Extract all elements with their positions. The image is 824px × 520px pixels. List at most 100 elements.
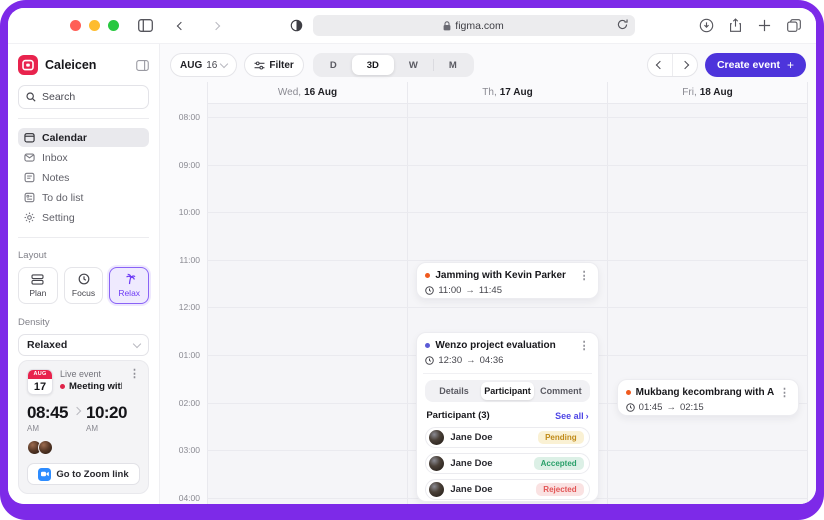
sidebar-item-label: To do list (42, 192, 83, 204)
collapse-sidebar-icon[interactable] (136, 60, 149, 71)
layout-option-relax[interactable]: Relax (109, 267, 149, 304)
sidebar-item-inbox[interactable]: Inbox (18, 148, 149, 167)
live-event-kicker: Live event (60, 369, 122, 379)
date-badge-month: AUG (28, 370, 52, 379)
video-camera-icon (38, 468, 51, 481)
event-jamming[interactable]: Jamming with Kevin Parker ⋮ 11:00 → 11:4… (416, 262, 598, 299)
app-logo (18, 55, 38, 75)
see-all-link[interactable]: See all › (555, 411, 589, 421)
calendar-grid: Wed, 16 Aug Th, 17 Aug (160, 82, 816, 504)
layout-option-label: Focus (72, 288, 95, 298)
density-select[interactable]: Relaxed (18, 334, 149, 356)
browser-sidebar-icon[interactable] (137, 17, 154, 34)
palm-tree-icon (123, 273, 136, 285)
plus-icon: + (787, 58, 794, 72)
view-3day[interactable]: 3D (352, 55, 394, 75)
divider (423, 373, 591, 374)
previous-icon[interactable] (648, 54, 672, 76)
app-sidebar: Caleicen Search Calendar (8, 44, 160, 504)
url-bar[interactable]: figma.com (313, 15, 635, 36)
clock-icon (626, 403, 635, 412)
layout-options: Plan Focus Relax (18, 267, 149, 304)
reload-icon[interactable] (616, 18, 629, 31)
address-area: figma.com (224, 15, 698, 36)
browser-window: figma.com (8, 8, 816, 504)
event-dot (425, 343, 430, 348)
date-picker-button[interactable]: AUG 16 (170, 53, 237, 77)
sidebar-item-notes[interactable]: Notes (18, 168, 149, 187)
sidebar-item-setting[interactable]: Setting (18, 208, 149, 227)
forward-icon[interactable] (207, 17, 224, 34)
time-label: 03:00 (160, 445, 200, 455)
participant-row[interactable]: Jane Doe Pending (425, 427, 589, 448)
event-mukbang[interactable]: Mukbang kecombrang with Ashar ⋮ 01:45 → … (617, 379, 799, 416)
view-day[interactable]: D (315, 55, 352, 75)
tab-comment[interactable]: Comment (534, 382, 587, 400)
event-title: Wenzo project evaluation (435, 340, 573, 351)
share-icon[interactable] (727, 17, 744, 34)
time-label: 01:00 (160, 350, 200, 360)
event-time: 01:45 → 02:15 (626, 402, 790, 413)
arrow-right: → (466, 355, 476, 366)
window-frame: figma.com (0, 0, 824, 520)
participant-row[interactable]: Jane Doe Accepted (425, 453, 589, 474)
filter-icon (254, 61, 265, 70)
back-icon[interactable] (172, 17, 189, 34)
traffic-lights (70, 20, 119, 31)
date-nav (647, 53, 698, 77)
gear-icon (24, 212, 35, 223)
close-window-button[interactable] (70, 20, 81, 31)
participant-row[interactable]: Jane Doe Rejected (425, 479, 589, 500)
density-value: Relaxed (27, 339, 67, 351)
avatar (429, 482, 444, 497)
zoom-link-label: Go to Zoom link (56, 469, 128, 480)
filter-button[interactable]: Filter (244, 53, 303, 77)
view-month[interactable]: M (434, 55, 472, 75)
sidebar-item-label: Inbox (42, 152, 68, 164)
layout-option-plan[interactable]: Plan (18, 267, 58, 304)
search-input[interactable]: Search (18, 85, 149, 109)
tab-overview-icon[interactable] (785, 17, 802, 34)
event-wenzo[interactable]: Wenzo project evaluation ⋮ 12:30 → 04:36 (416, 332, 598, 502)
sidebar-item-calendar[interactable]: Calendar (18, 128, 149, 147)
tab-details[interactable]: Details (427, 382, 480, 400)
new-tab-icon[interactable] (756, 17, 773, 34)
layout-option-focus[interactable]: Focus (64, 267, 104, 304)
live-event-card[interactable]: AUG 17 Live event Meeting with As... ⋮ (18, 360, 149, 494)
date-badge-day: 17 (28, 379, 52, 395)
time-label: 10:00 (160, 207, 200, 217)
start-time: 08:45 (27, 404, 68, 422)
create-event-button[interactable]: Create event + (705, 53, 806, 77)
sidebar-item-todo-list[interactable]: To do list (18, 188, 149, 207)
end-time: 10:20 (86, 404, 127, 422)
start-ampm: AM (27, 424, 68, 433)
live-event-title: Meeting with As... (69, 381, 122, 392)
status-badge: Rejected (536, 483, 583, 496)
filter-label: Filter (269, 60, 293, 71)
calendar-main: AUG 16 Filter D 3D W (160, 44, 816, 504)
todo-list-icon (24, 192, 35, 203)
more-options-icon[interactable]: ⋮ (129, 369, 140, 395)
search-icon (26, 92, 36, 102)
minimize-window-button[interactable] (89, 20, 100, 31)
density-section-label: Density (18, 317, 149, 328)
time-label: 09:00 (160, 160, 200, 170)
more-options-icon[interactable]: ⋮ (779, 388, 790, 398)
avatar (429, 456, 444, 471)
time-label: 04:00 (160, 493, 200, 503)
status-badge: Pending (538, 431, 584, 444)
downloads-icon[interactable] (698, 17, 715, 34)
more-options-icon[interactable]: ⋮ (579, 271, 590, 281)
go-to-zoom-link-button[interactable]: Go to Zoom link (27, 463, 140, 485)
browser-toolbar: figma.com (8, 8, 816, 44)
privacy-shield-icon[interactable] (288, 17, 305, 34)
search-placeholder: Search (42, 91, 75, 103)
tab-participant[interactable]: Participant (481, 382, 534, 400)
view-week[interactable]: W (394, 55, 433, 75)
next-icon[interactable] (673, 54, 697, 76)
clock-icon (425, 286, 434, 295)
app-name: Caleicen (45, 58, 129, 72)
more-options-icon[interactable]: ⋮ (579, 341, 590, 351)
zoom-window-button[interactable] (108, 20, 119, 31)
participants-heading: Participant (3) (426, 410, 489, 421)
